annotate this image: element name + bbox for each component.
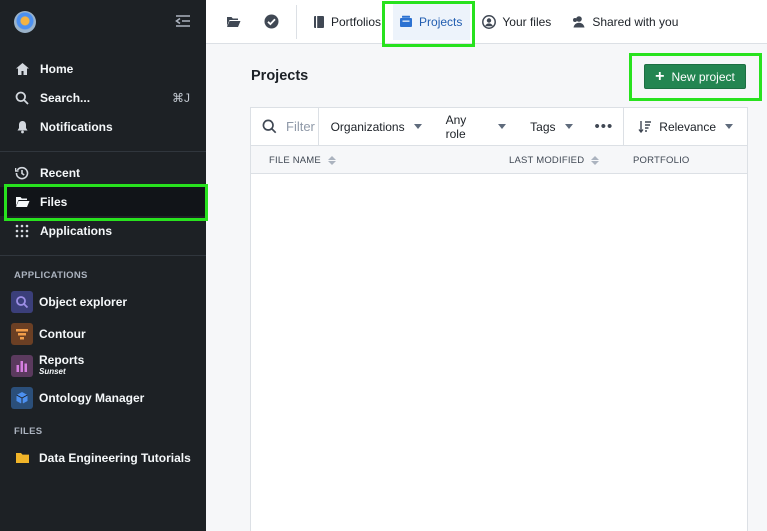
sidebar-item-applications[interactable]: Applications [0, 216, 206, 245]
reports-icon [11, 355, 33, 377]
folder-icon [226, 16, 240, 27]
role-dropdown[interactable]: Any role [434, 108, 519, 146]
app-sublabel: Sunset [39, 367, 66, 376]
sidebar-item-files[interactable]: Files [0, 187, 206, 216]
sidebar-divider [0, 151, 206, 152]
caret-down-icon [413, 124, 422, 129]
sidebar-item-label: Recent [40, 165, 81, 180]
tab-projects[interactable]: Projects [393, 3, 471, 40]
dropdown-label: Any role [445, 112, 467, 141]
caret-down-icon [498, 124, 507, 129]
app-label: Reports [39, 353, 85, 367]
portfolio-icon [313, 15, 325, 29]
projects-table: Organizations Any role Tags ••• Relevanc… [250, 107, 748, 531]
top-navigation: Portfolios Projects Your files Shared wi… [206, 0, 767, 44]
tab-portfolios[interactable]: Portfolios [307, 4, 389, 40]
search-box[interactable] [251, 107, 319, 146]
sidebar-item-notifications[interactable]: Notifications [0, 112, 206, 141]
files-heading: FILES [14, 425, 43, 437]
main-content: Projects + New project Organizations Any… [206, 44, 767, 531]
column-label: LAST MODIFIED [509, 154, 585, 166]
history-icon [14, 165, 30, 181]
user-circle-icon [482, 14, 497, 29]
sort-icon [638, 121, 652, 133]
approvals-nav-button[interactable] [258, 9, 284, 35]
sidebar-item-home[interactable]: Home [0, 54, 206, 83]
file-label: Data Engineering Tutorials [39, 451, 191, 465]
sidebar: Home Search... ⌘J Notifications Recent F… [0, 0, 206, 531]
caret-down-icon [725, 124, 733, 129]
check-circle-icon [264, 14, 278, 29]
filter-bar: Organizations Any role Tags ••• Relevanc… [251, 107, 747, 146]
search-shortcut: ⌘J [172, 90, 190, 105]
sort-arrows-icon [591, 155, 600, 165]
sidebar-header [0, 0, 206, 44]
new-project-button[interactable]: + New project [644, 64, 746, 89]
grid-icon [14, 223, 30, 239]
tab-your-files[interactable]: Your files [476, 4, 559, 40]
app-label: Ontology Manager [39, 391, 145, 405]
column-label: PORTFOLIO [633, 154, 690, 166]
sidebar-item-label: Notifications [40, 119, 113, 134]
filter-input[interactable] [286, 119, 316, 134]
new-project-label: New project [671, 69, 735, 84]
sidebar-item-label: Files [40, 194, 68, 209]
contour-icon [11, 323, 33, 345]
folder-icon [11, 447, 33, 469]
topbar-divider [296, 4, 297, 39]
tags-dropdown[interactable]: Tags [518, 108, 584, 146]
sort-dropdown[interactable]: Relevance [624, 108, 747, 146]
file-data-engineering-tutorials[interactable]: Data Engineering Tutorials [0, 442, 206, 474]
page-title: Projects [251, 68, 309, 84]
app-ontology-manager[interactable]: Ontology Manager [0, 382, 206, 414]
search-icon [262, 119, 277, 134]
sidebar-item-recent[interactable]: Recent [0, 158, 206, 187]
tab-label: Shared with you [592, 14, 679, 29]
caret-down-icon [564, 124, 573, 129]
sidebar-divider [0, 255, 206, 256]
tab-shared-with-you[interactable]: Shared with you [565, 4, 686, 40]
sort-arrows-icon [327, 155, 336, 165]
table-header: FILE NAME LAST MODIFIED PORTFOLIO [251, 146, 747, 174]
search-icon [14, 90, 30, 106]
dropdown-label: Organizations [330, 119, 405, 134]
column-file-name[interactable]: FILE NAME [269, 146, 336, 174]
logo-icon[interactable] [14, 11, 36, 33]
object-explorer-icon [11, 291, 33, 313]
tab-label: Portfolios [331, 14, 382, 29]
app-label: Contour [39, 327, 86, 341]
sidebar-item-search[interactable]: Search... ⌘J [0, 83, 206, 112]
dropdown-label: Tags [530, 119, 556, 134]
tab-label: Your files [502, 14, 552, 29]
sidebar-item-label: Home [40, 61, 74, 76]
sidebar-item-label: Search... [40, 90, 91, 105]
sidebar-item-label: Applications [40, 223, 113, 238]
collapse-sidebar-icon[interactable] [174, 15, 192, 29]
column-last-modified[interactable]: LAST MODIFIED [509, 146, 600, 174]
folder-open-icon [14, 194, 30, 210]
app-object-explorer[interactable]: Object explorer [0, 286, 206, 318]
tab-label: Projects [419, 14, 463, 29]
more-filters-button[interactable]: ••• [585, 107, 625, 146]
shared-people-icon [571, 15, 586, 28]
applications-heading: APPLICATIONS [14, 269, 88, 281]
home-icon [14, 61, 30, 77]
folder-nav-button[interactable] [220, 9, 246, 35]
column-label: FILE NAME [269, 154, 321, 166]
app-label: Object explorer [39, 295, 128, 309]
column-portfolio[interactable]: PORTFOLIO [633, 146, 690, 174]
plus-icon: + [655, 67, 665, 85]
ontology-manager-icon [11, 387, 33, 409]
app-contour[interactable]: Contour [0, 318, 206, 350]
organizations-dropdown[interactable]: Organizations [319, 108, 434, 146]
bell-icon [14, 119, 30, 135]
project-icon [399, 15, 413, 28]
app-reports[interactable]: Reports Sunset [0, 350, 206, 382]
dropdown-label: Relevance [659, 119, 716, 134]
